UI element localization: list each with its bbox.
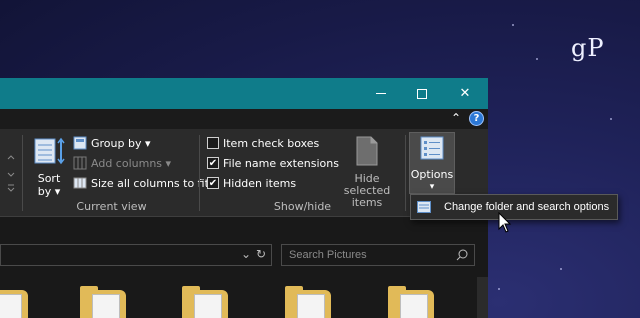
- address-dropdown-icon[interactable]: ⌄: [241, 247, 251, 261]
- maximize-icon: [417, 88, 427, 99]
- folder-icon[interactable]: [80, 286, 126, 318]
- gp-watermark-logo: gP: [571, 34, 605, 62]
- search-box[interactable]: [281, 244, 475, 266]
- sort-by-label: Sort: [37, 172, 61, 185]
- add-columns-label: Add columns ▾: [91, 156, 172, 170]
- options-label: Options: [410, 168, 454, 181]
- options-dropdown-arrow-icon: ▾: [429, 182, 435, 192]
- mouse-cursor-icon: [498, 212, 512, 233]
- item-check-boxes-toggle[interactable]: Item check boxes: [207, 134, 319, 152]
- search-input[interactable]: [289, 249, 439, 261]
- help-icon[interactable]: ?: [469, 111, 484, 126]
- options-icon: [420, 136, 444, 160]
- folder-icon[interactable]: [388, 286, 434, 318]
- collapse-ribbon-button[interactable]: ⌃: [449, 111, 463, 125]
- star: [512, 24, 514, 26]
- group-by-label: Group by ▾: [91, 136, 151, 150]
- item-check-boxes-label: Item check boxes: [223, 136, 320, 150]
- folder-icon[interactable]: [0, 290, 28, 318]
- maximize-button[interactable]: [399, 78, 445, 109]
- search-icon: [456, 249, 468, 261]
- add-columns-icon: [73, 156, 87, 170]
- options-button[interactable]: Options ▾: [409, 132, 455, 194]
- size-all-columns-label: Size all columns to fit: [91, 176, 209, 190]
- item-check-boxes-checkbox[interactable]: [207, 137, 219, 149]
- file-name-extensions-checkbox[interactable]: ✔: [207, 157, 219, 169]
- folder-icon[interactable]: [182, 286, 228, 318]
- star: [560, 268, 562, 270]
- show-hide-group-label: Show/hide: [273, 200, 332, 213]
- ribbon-tab-strip: [0, 109, 488, 129]
- change-folder-and-search-options-menu-item[interactable]: Change folder and search options: [410, 194, 618, 220]
- sort-by-label: by ▾: [37, 185, 61, 198]
- close-icon: ✕: [459, 86, 471, 101]
- hidden-items-checkbox[interactable]: ✔: [207, 177, 219, 189]
- hide-selected-items-icon: [356, 136, 378, 166]
- group-by-icon: [73, 136, 87, 150]
- minimize-icon: [376, 93, 386, 94]
- size-columns-icon: [73, 177, 87, 189]
- sort-by-icon: [34, 137, 65, 165]
- size-all-columns-button[interactable]: Size all columns to fit: [73, 174, 209, 192]
- file-name-extensions-label: File name extensions: [223, 156, 339, 170]
- sort-by-button[interactable]: Sort by ▾: [30, 136, 68, 198]
- hide-selected-items-label: Hide selected: [343, 172, 391, 197]
- pane-scroll-arrows[interactable]: [5, 147, 17, 203]
- star: [498, 288, 500, 290]
- star: [536, 58, 538, 60]
- current-view-group-label: Current view: [76, 200, 147, 213]
- file-name-extensions-toggle[interactable]: ✔ File name extensions: [207, 154, 339, 172]
- close-button[interactable]: ✕: [442, 78, 488, 109]
- hidden-items-toggle[interactable]: ✔ Hidden items: [207, 174, 296, 192]
- change-folder-options-label: Change folder and search options: [444, 201, 610, 213]
- folder-icon[interactable]: [285, 286, 331, 318]
- add-columns-button[interactable]: Add columns ▾: [73, 154, 171, 172]
- scroll-arrows-icon: [7, 155, 15, 192]
- star: [610, 118, 612, 120]
- hide-selected-items-button[interactable]: Hide selected items: [331, 135, 403, 209]
- group-by-button[interactable]: Group by ▾: [73, 134, 151, 152]
- vertical-scrollbar[interactable]: [477, 277, 488, 318]
- folder-options-icon: [417, 201, 431, 213]
- ribbon-separator: [405, 135, 406, 211]
- hidden-items-label: Hidden items: [223, 176, 297, 190]
- minimize-button[interactable]: [358, 78, 404, 109]
- title-bar[interactable]: ✕: [0, 78, 488, 109]
- refresh-icon[interactable]: ↻: [256, 247, 266, 261]
- address-bar[interactable]: ⌄ ↻: [0, 244, 272, 266]
